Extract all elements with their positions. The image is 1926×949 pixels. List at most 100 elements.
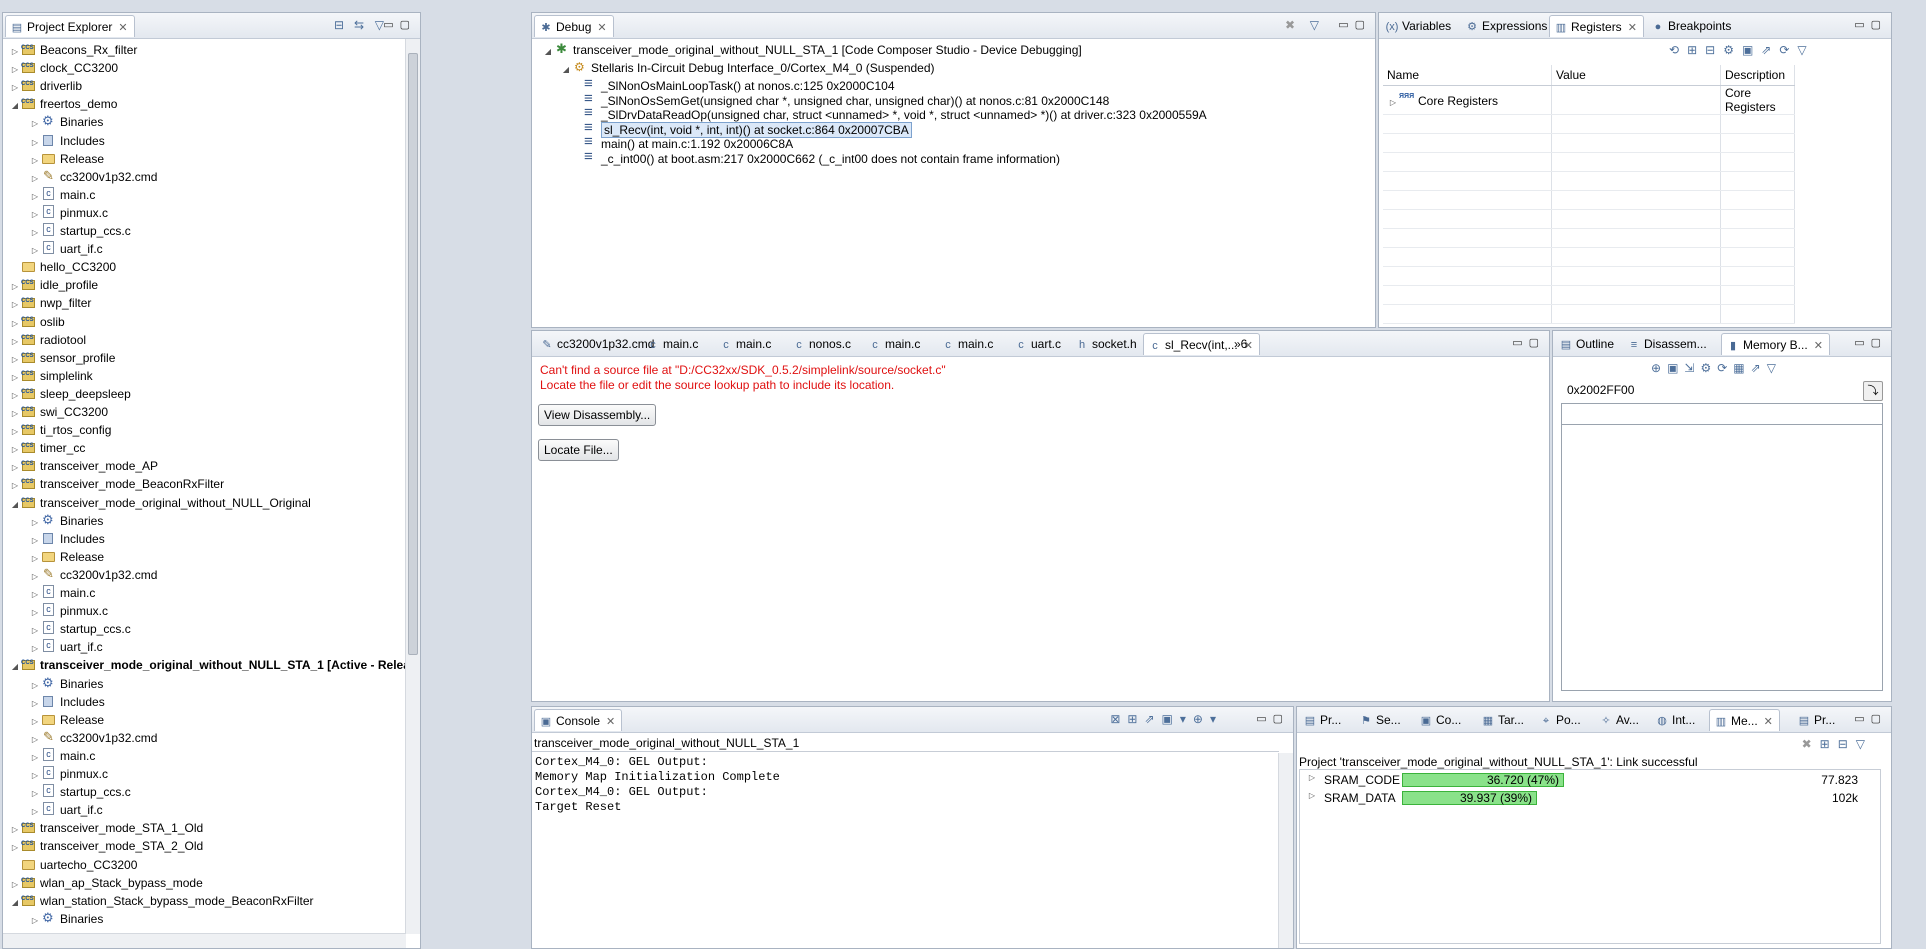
collapsed-arrow-icon[interactable]: ▷ xyxy=(1306,791,1318,800)
tab-target[interactable]: ▦ Tar... xyxy=(1477,709,1530,731)
tree-item-child[interactable]: ▷cc3200v1p32.cmd xyxy=(29,167,157,186)
collapsed-arrow-icon[interactable]: ▷ xyxy=(29,912,41,930)
expanded-arrow-icon[interactable]: ◢ xyxy=(9,658,21,676)
add-icon[interactable]: ⊞ xyxy=(1687,43,1705,57)
link-editor-icon[interactable]: ⇆ xyxy=(354,18,364,32)
settings-icon[interactable]: ⚙ xyxy=(1723,43,1742,57)
tree-item-project[interactable]: ▷transceiver_mode_BeaconRxFilter xyxy=(9,473,224,493)
close-icon[interactable]: ✕ xyxy=(606,716,615,728)
tab-console[interactable]: ▣ Console ✕ xyxy=(534,709,623,731)
tree-item-child[interactable]: ▷ Includes xyxy=(29,132,105,150)
tree-item-child[interactable]: ▷cc3200v1p32.cmd xyxy=(29,565,157,584)
tree-item-project[interactable]: ◢ wlan_station_Stack_bypass_mode_BeaconRx… xyxy=(9,890,314,912)
format-icon[interactable]: ▣ xyxy=(1667,361,1684,375)
locate-file-button[interactable]: Locate File... xyxy=(538,439,619,461)
debug-thread-row[interactable]: ◢Stellaris In-Circuit Debug Interface_0/… xyxy=(560,58,935,77)
tree-item-child[interactable]: ▷Binaries xyxy=(29,909,103,930)
tab-variables[interactable]: (x) Variables xyxy=(1381,15,1457,37)
view-menu-icon[interactable]: ▽ xyxy=(1767,361,1782,375)
editor-tab[interactable]: h socket.h xyxy=(1071,333,1143,355)
tree-item-child[interactable]: ▷pinmux.c xyxy=(29,602,108,620)
editor-tab[interactable]: c nonos.c xyxy=(788,333,857,355)
expanded-arrow-icon[interactable]: ◢ xyxy=(9,97,21,115)
window-controls[interactable]: ▭▢ xyxy=(1256,712,1289,725)
tab-debug[interactable]: ✱ Debug ✕ xyxy=(534,15,614,37)
debug-session-row[interactable]: ◢transceiver_mode_original_without_NULL_… xyxy=(542,40,1082,61)
tree-item-child[interactable]: ▷Binaries xyxy=(29,511,103,530)
tree-item-child[interactable]: ▷main.c xyxy=(29,584,95,602)
import-icon[interactable]: ⇲ xyxy=(1684,361,1700,375)
collapsed-arrow-icon[interactable]: ▷ xyxy=(1306,773,1318,782)
tree-item-project[interactable]: ▷oslib xyxy=(9,311,65,331)
window-controls[interactable]: ▭▢ xyxy=(383,18,416,31)
window-controls[interactable]: ▭▢ xyxy=(1338,18,1371,31)
expand-all-icon[interactable]: ⊞ xyxy=(1820,737,1838,751)
tree-item-child[interactable]: ▷Binaries xyxy=(29,112,103,131)
close-icon[interactable]: ✕ xyxy=(1764,716,1773,728)
tree-item-project[interactable]: ◢ transceiver_mode_original_without_NULL_… xyxy=(9,654,406,676)
vertical-scrollbar[interactable] xyxy=(405,39,420,934)
table-row[interactable]: ▷ SRAM_CODE 36.720 (47%) 77.823 xyxy=(1300,771,1880,789)
tree-item-child[interactable]: ▷pinmux.c xyxy=(29,765,108,783)
tab-properties[interactable]: ▤ Pr... xyxy=(1299,709,1347,731)
tree-item-project[interactable]: ▷driverlib xyxy=(9,75,82,95)
go-icon[interactable]: ⊕ xyxy=(1651,361,1667,375)
tree-item-child[interactable]: ▷uart_if.c xyxy=(29,801,103,819)
go-to-address-icon[interactable]: ⤵ xyxy=(1863,381,1883,401)
column-header-value[interactable]: Value xyxy=(1551,65,1721,86)
column-header-name[interactable]: Name xyxy=(1383,65,1552,86)
tab-search[interactable]: ⚑ Se... xyxy=(1355,709,1407,731)
expanded-arrow-icon[interactable]: ◢ xyxy=(9,894,21,912)
collapsed-arrow-icon[interactable]: ▷ xyxy=(1387,98,1399,107)
close-icon[interactable]: ✕ xyxy=(118,22,127,34)
tree-item-child[interactable]: ▷startup_ccs.c xyxy=(29,222,131,240)
new-tab-icon[interactable]: ▦ xyxy=(1733,361,1750,375)
close-icon[interactable]: ✕ xyxy=(1628,22,1637,34)
sync-icon[interactable]: ⟳ xyxy=(1779,43,1797,57)
export-icon[interactable]: ⇗ xyxy=(1751,361,1767,375)
tree-item-project[interactable]: ◢ transceiver_mode_original_without_NULL_… xyxy=(9,492,311,512)
display-console-icon[interactable]: ▣▾ xyxy=(1162,712,1193,726)
sync-icon[interactable]: ⟳ xyxy=(1717,361,1733,375)
tree-item-child[interactable]: ▷startup_ccs.c xyxy=(29,783,131,801)
stack-frame[interactable]: _c_int00() at boot.asm:217 0x2000C662 (_… xyxy=(582,148,1060,168)
remove-icon[interactable]: ✖ xyxy=(1802,737,1820,751)
tree-item-child[interactable]: ▷ Includes xyxy=(29,693,105,711)
tree-item-child[interactable]: ▷startup_ccs.c xyxy=(29,620,131,638)
collapse-all-icon[interactable]: ⊟ xyxy=(334,18,344,32)
tab-expressions[interactable]: ⚙ Expressions xyxy=(1461,15,1553,37)
tree-item-child[interactable]: ▷pinmux.c xyxy=(29,204,108,222)
tree-item-child[interactable]: ▷ Release xyxy=(29,548,104,566)
tree-item-project[interactable]: ▷wlan_ap_Stack_bypass_mode xyxy=(9,872,203,892)
collapse-all-icon[interactable]: ⊟ xyxy=(1705,43,1723,57)
tree-item-child[interactable]: ▷Binaries xyxy=(29,674,103,693)
column-header-description[interactable]: Description xyxy=(1720,65,1795,86)
editor-tab[interactable]: c main.c xyxy=(937,333,999,355)
tab-pointer[interactable]: ⌖ Po... xyxy=(1535,709,1587,731)
pin-console-icon[interactable]: ⇗ xyxy=(1144,712,1161,726)
tab-outline[interactable]: ▤ Outline xyxy=(1555,333,1620,355)
expanded-arrow-icon[interactable]: ◢ xyxy=(542,43,554,61)
link-icon[interactable]: ⚙ xyxy=(1700,361,1717,375)
tab-registers[interactable]: ▥ Registers ✕ xyxy=(1549,15,1644,37)
editor-tab[interactable]: c main.c xyxy=(864,333,926,355)
view-menu-icon[interactable]: ▽ xyxy=(1797,43,1814,57)
tree-item-project[interactable]: ▷transceiver_mode_STA_2_Old xyxy=(9,835,203,855)
console-output[interactable]: Cortex_M4_0: GEL Output: Memory Map Initi… xyxy=(532,751,1279,948)
tab-advice[interactable]: ✧ Av... xyxy=(1595,709,1645,731)
more-tabs-button[interactable]: »6 xyxy=(1230,333,1253,355)
collapse-all-icon[interactable]: ⊟ xyxy=(1838,737,1856,751)
tree-item-child[interactable]: ▷uart_if.c xyxy=(29,240,103,258)
tree-item-child[interactable]: ▷main.c xyxy=(29,186,95,204)
tab-memory-allocation[interactable]: ▥ Me... ✕ xyxy=(1709,709,1780,731)
tree-item-child[interactable]: ▷ Release xyxy=(29,150,104,168)
tab-memory-browser[interactable]: ▮ Memory B... ✕ xyxy=(1721,333,1830,355)
tab-project-explorer[interactable]: ▤ Project Explorer ✕ xyxy=(5,15,135,37)
window-controls[interactable]: ▭▢ xyxy=(1854,712,1887,725)
tab-internet[interactable]: ◍ Int... xyxy=(1651,709,1701,731)
scroll-lock-icon[interactable]: ⊞ xyxy=(1127,712,1144,726)
tab-console[interactable]: ▣ Co... xyxy=(1415,709,1467,731)
table-row[interactable]: ▷ SRAM_DATA 39.937 (39%) 102k xyxy=(1300,789,1880,807)
view-menu-icon[interactable]: ▽ xyxy=(1856,737,1873,751)
view-disassembly-button[interactable]: View Disassembly... xyxy=(538,404,657,426)
